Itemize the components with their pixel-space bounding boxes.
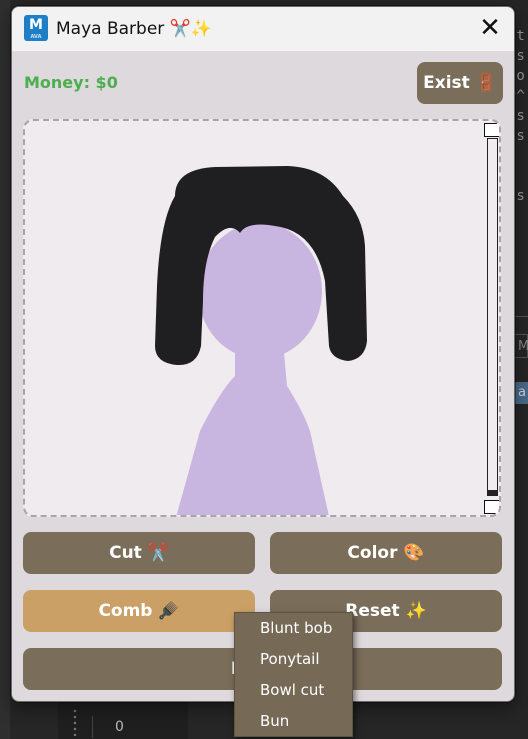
- drag-handle-icon[interactable]: [72, 708, 78, 736]
- color-button[interactable]: Color 🎨: [270, 532, 502, 574]
- background-counter: 0: [92, 716, 158, 738]
- scroll-track[interactable]: [487, 138, 498, 491]
- scroll-down-arrow[interactable]: [484, 500, 499, 514]
- close-button[interactable]: ✕: [466, 7, 514, 51]
- scroll-up-arrow[interactable]: [484, 123, 499, 137]
- title-bar: M AVA Maya Barber ✂️✨ ✕: [12, 7, 514, 51]
- menu-item-bun[interactable]: Bun: [235, 706, 352, 737]
- customer-head: [198, 223, 322, 359]
- hairstyle-menu: Blunt bob Ponytail Bowl cut Bun: [234, 612, 353, 737]
- app-logo-sub: AVA: [30, 34, 42, 40]
- app-logo-letter: M: [29, 17, 43, 33]
- app-logo-icon: M AVA: [24, 15, 48, 41]
- canvas-scrollbar[interactable]: [484, 122, 499, 515]
- menu-item-ponytail[interactable]: Ponytail: [235, 644, 352, 675]
- app-window: M AVA Maya Barber ✂️✨ ✕ Money: $0 Exist …: [11, 6, 515, 702]
- customer-body: [176, 341, 329, 515]
- background-panel-label: M: [514, 334, 528, 358]
- close-icon: ✕: [479, 13, 501, 43]
- cut-button[interactable]: Cut ✂️: [23, 532, 255, 574]
- background-left-strip: [0, 0, 10, 739]
- exist-button[interactable]: Exist 🚪: [417, 62, 503, 104]
- comb-button[interactable]: Comb 🪮: [23, 590, 255, 632]
- customer-figure: [155, 166, 367, 515]
- scroll-thumb[interactable]: [487, 490, 498, 496]
- menu-item-blunt-bob[interactable]: Blunt bob: [235, 613, 352, 644]
- money-label: Money: $0: [24, 73, 118, 92]
- hair-canvas[interactable]: [23, 119, 501, 517]
- menu-item-bowl-cut[interactable]: Bowl cut: [235, 675, 352, 706]
- window-title: Maya Barber ✂️✨: [56, 19, 213, 39]
